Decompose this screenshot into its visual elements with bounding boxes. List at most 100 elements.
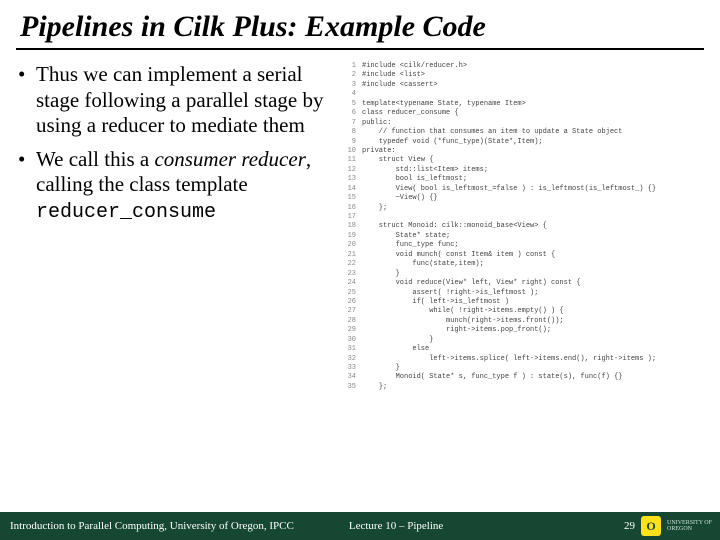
footer-bar: Introduction to Parallel Computing, Univ… <box>0 512 720 540</box>
line-number: 6 <box>340 109 356 118</box>
line-number: 3 <box>340 81 356 90</box>
page-number: 29 <box>624 520 635 532</box>
code-text: }; <box>362 383 387 392</box>
code-text: Monoid( State* s, func_type f ) : state(… <box>362 373 622 382</box>
line-number: 8 <box>340 128 356 137</box>
code-line: 5template<typename State, typename Item> <box>340 100 710 109</box>
line-number: 31 <box>340 345 356 354</box>
code-line: 16 }; <box>340 204 710 213</box>
code-line: 25 assert( !right->is_leftmost ); <box>340 289 710 298</box>
bullet-text: reducer_consume <box>36 201 216 224</box>
code-text: State* state; <box>362 232 450 241</box>
code-text: } <box>362 336 433 345</box>
line-number: 26 <box>340 298 356 307</box>
line-number: 32 <box>340 355 356 364</box>
line-number: 12 <box>340 166 356 175</box>
code-text: func(state,item); <box>362 260 484 269</box>
code-line: 8 // function that consumes an item to u… <box>340 128 710 137</box>
footer-right: 29 O UNIVERSITY OF OREGON <box>591 516 720 536</box>
code-text: #include <cilk/reducer.h> <box>362 62 467 71</box>
code-column: 1 #include <cilk/reducer.h>2#include <lis… <box>338 62 710 392</box>
bullet-list: Thus we can implement a serial stage fol… <box>18 62 330 225</box>
line-number: 10 <box>340 147 356 156</box>
line-number: 28 <box>340 317 356 326</box>
line-number: 22 <box>340 260 356 269</box>
code-line: 22 func(state,item); <box>340 260 710 269</box>
code-text: std::list<Item> items; <box>362 166 488 175</box>
code-line: 18 struct Monoid: cilk::monoid_base<View… <box>340 222 710 231</box>
code-text: } <box>362 364 400 373</box>
line-number: 14 <box>340 185 356 194</box>
code-text: left->items.splice( left->items.end(), r… <box>362 355 656 364</box>
code-line: 29 right->items.pop_front(); <box>340 326 710 335</box>
code-line: 21 void munch( const Item& item ) const … <box>340 251 710 260</box>
line-number: 13 <box>340 175 356 184</box>
line-number: 15 <box>340 194 356 203</box>
line-number: 27 <box>340 307 356 316</box>
code-text: assert( !right->is_leftmost ); <box>362 289 538 298</box>
code-text: bool is_leftmost; <box>362 175 467 184</box>
slide-body: Thus we can implement a serial stage fol… <box>0 58 720 392</box>
line-number: 1 <box>340 62 356 71</box>
code-text: } <box>362 270 400 279</box>
code-text: void munch( const Item& item ) const { <box>362 251 555 260</box>
code-line: 2#include <list> <box>340 71 710 80</box>
line-number: 16 <box>340 204 356 213</box>
oregon-logo-text: UNIVERSITY OF OREGON <box>667 520 712 532</box>
code-text: ~View() {} <box>362 194 438 203</box>
code-text: right->items.pop_front(); <box>362 326 551 335</box>
line-number: 23 <box>340 270 356 279</box>
oregon-logo-icon: O <box>641 516 661 536</box>
code-line: 17 <box>340 213 710 222</box>
line-number: 17 <box>340 213 356 222</box>
line-number: 18 <box>340 222 356 231</box>
line-number: 35 <box>340 383 356 392</box>
code-line: 24 void reduce(View* left, View* right) … <box>340 279 710 288</box>
code-line: 9 typedef void (*func_type)(State*,Item)… <box>340 138 710 147</box>
code-text: typedef void (*func_type)(State*,Item); <box>362 138 543 147</box>
bullets-column: Thus we can implement a serial stage fol… <box>18 62 338 392</box>
code-text: class reducer_consume { <box>362 109 459 118</box>
code-text: func_type func; <box>362 241 459 250</box>
title-divider <box>16 48 704 50</box>
code-text: munch(right->items.front()); <box>362 317 564 326</box>
code-line: 23 } <box>340 270 710 279</box>
code-line: 13 bool is_leftmost; <box>340 175 710 184</box>
code-line: 12 std::list<Item> items; <box>340 166 710 175</box>
org-line2: OREGON <box>667 526 712 532</box>
footer-center: Lecture 10 – Pipeline <box>349 520 591 532</box>
code-line: 20 func_type func; <box>340 241 710 250</box>
code-line: 35 }; <box>340 383 710 392</box>
line-number: 29 <box>340 326 356 335</box>
code-line: 7public: <box>340 119 710 128</box>
code-line: 27 while( !right->items.empty() ) { <box>340 307 710 316</box>
line-number: 33 <box>340 364 356 373</box>
code-text: }; <box>362 204 387 213</box>
bullet-item: We call this a consumer reducer, calling… <box>18 147 330 226</box>
code-line: 34 Monoid( State* s, func_type f ) : sta… <box>340 373 710 382</box>
code-line: 10private: <box>340 147 710 156</box>
code-text: else <box>362 345 429 354</box>
line-number: 21 <box>340 251 356 260</box>
line-number: 34 <box>340 373 356 382</box>
code-block: 1 #include <cilk/reducer.h>2#include <lis… <box>340 62 710 392</box>
code-line: 33 } <box>340 364 710 373</box>
line-number: 7 <box>340 119 356 128</box>
code-text: struct Monoid: cilk::monoid_base<View> { <box>362 222 547 231</box>
code-line: 31 else <box>340 345 710 354</box>
bullet-text: consumer reducer <box>154 147 305 171</box>
slide-title: Pipelines in Cilk Plus: Example Code <box>0 0 720 48</box>
line-number: 19 <box>340 232 356 241</box>
code-text: template<typename State, typename Item> <box>362 100 526 109</box>
code-text: #include <list> <box>362 71 425 80</box>
code-line: 4 <box>340 90 710 99</box>
code-line: 11 struct View { <box>340 156 710 165</box>
bullet-text: We call this a <box>36 147 154 171</box>
line-number: 4 <box>340 90 356 99</box>
code-line: 3#include <cassert> <box>340 81 710 90</box>
bullet-text: Thus we can implement a serial stage fol… <box>36 62 324 137</box>
code-line: 32 left->items.splice( left->items.end()… <box>340 355 710 364</box>
code-text: if( left->is_leftmost ) <box>362 298 509 307</box>
code-line: 1 #include <cilk/reducer.h> <box>340 62 710 71</box>
code-text: // function that consumes an item to upd… <box>362 128 622 137</box>
